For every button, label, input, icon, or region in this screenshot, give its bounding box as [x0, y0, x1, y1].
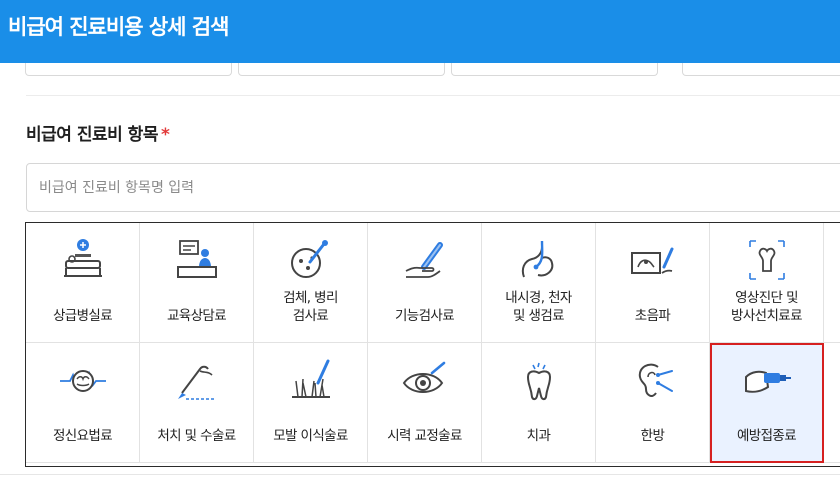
- section-title: 비급여 진료비 항목 *: [26, 120, 170, 145]
- category-label: 한방: [640, 428, 665, 444]
- endoscope-icon: [514, 237, 564, 283]
- filter-field[interactable]: [25, 63, 232, 76]
- page-title: 비급여 진료비용 상세 검색: [8, 15, 229, 39]
- item-search-input[interactable]: [26, 163, 840, 212]
- category-label: 시력 교정술료: [387, 428, 462, 444]
- category-label: 교육상담료: [166, 308, 227, 324]
- hospital-bed-icon: [58, 237, 108, 283]
- category-function-test[interactable]: 기능검사료: [368, 223, 482, 343]
- category-counseling[interactable]: 교육상담료: [140, 223, 254, 343]
- category-label: 검체, 병리 검사료: [283, 290, 338, 324]
- scalpel-icon: [172, 357, 222, 403]
- category-psychotherapy[interactable]: 정신요법료: [26, 343, 140, 463]
- xray-icon: [742, 237, 792, 283]
- category-treatment-surgery[interactable]: 처치 및 수술료: [140, 343, 254, 463]
- filter-field[interactable]: [682, 63, 840, 76]
- filter-field[interactable]: [451, 63, 658, 76]
- page-divider: [0, 474, 840, 475]
- category-hair-transplant[interactable]: 모발 이식술료: [254, 343, 368, 463]
- vaccine-icon: [742, 357, 792, 403]
- category-more[interactable]: [824, 223, 840, 343]
- category-label: 초음파: [634, 308, 671, 324]
- tooth-icon: [514, 357, 564, 403]
- brain-wave-icon: [58, 357, 108, 403]
- category-endoscopy[interactable]: 내시경, 천자 및 생검료: [482, 223, 596, 343]
- category-label: 처치 및 수술료: [157, 428, 236, 444]
- counseling-icon: [172, 237, 222, 283]
- category-grid: 상급병실료 교육상담료 검체, 병리 검사료 기능검사료 내시경, 천자 및 생…: [25, 222, 840, 467]
- category-oriental-medicine[interactable]: 한방: [596, 343, 710, 463]
- acupuncture-ear-icon: [628, 357, 678, 403]
- category-imaging-radiation[interactable]: 영상진단 및 방사선치료료: [710, 223, 824, 343]
- filter-field[interactable]: [238, 63, 445, 76]
- category-ultrasound[interactable]: 초음파: [596, 223, 710, 343]
- category-more[interactable]: [824, 343, 840, 463]
- category-label: 정신요법료: [52, 428, 113, 444]
- eye-icon: [400, 357, 450, 403]
- specimen-test-icon: [286, 237, 336, 283]
- category-label: 기능검사료: [394, 308, 455, 324]
- category-hospital-room[interactable]: 상급병실료: [26, 223, 140, 343]
- category-label: 치과: [526, 428, 551, 444]
- section-title-text: 비급여 진료비 항목: [26, 125, 158, 145]
- required-mark: *: [160, 125, 170, 145]
- category-vaccination[interactable]: 예방접종료: [710, 343, 824, 463]
- category-label: 상급병실료: [52, 308, 113, 324]
- hair-transplant-icon: [286, 357, 336, 403]
- header-bar: 비급여 진료비용 상세 검색: [0, 0, 840, 63]
- category-label: 영상진단 및 방사선치료료: [731, 290, 803, 324]
- category-vision-correction[interactable]: 시력 교정술료: [368, 343, 482, 463]
- category-label: 내시경, 천자 및 생검료: [505, 290, 572, 324]
- category-label: 예방접종료: [736, 428, 797, 444]
- function-test-icon: [400, 237, 450, 283]
- category-specimen-test[interactable]: 검체, 병리 검사료: [254, 223, 368, 343]
- category-dental[interactable]: 치과: [482, 343, 596, 463]
- section-divider: [26, 95, 840, 96]
- ultrasound-icon: [628, 237, 678, 283]
- category-label: 모발 이식술료: [273, 428, 348, 444]
